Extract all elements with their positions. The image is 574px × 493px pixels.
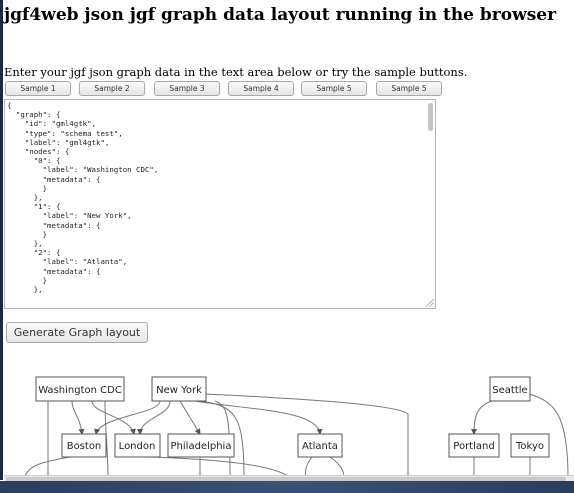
sample-1-button[interactable]: Sample 1 [5,81,71,96]
node-label: Boston [67,441,102,452]
node-label: New York [156,385,202,396]
node-label: Portland [453,441,494,452]
node-washington[interactable]: Washington CDC [35,376,125,402]
node-seattle[interactable]: Seattle [489,376,531,402]
edge-seattle-portland [471,400,493,435]
page-title: jgf4web json jgf graph data layout runni… [4,5,557,25]
sample-5-button[interactable]: Sample 5 [301,81,367,96]
generate-graph-button[interactable]: Generate Graph layout [6,322,148,343]
node-portland[interactable]: Portland [448,433,500,458]
json-text[interactable]: { "graph": { "id": "gml4gtk", "type": "s… [5,100,435,295]
json-textarea[interactable]: { "graph": { "id": "gml4gtk", "type": "s… [4,99,436,309]
textarea-scrollbar[interactable] [427,101,434,297]
node-newyork[interactable]: New York [151,376,207,402]
intro-text: Enter your jgf json graph data in the te… [4,65,468,79]
graph-canvas: Washington CDC New York Seattle Boston L… [23,376,569,478]
edge-newyork-atlanta [194,400,323,435]
node-london[interactable]: London [114,433,161,458]
sample-2-button[interactable]: Sample 2 [79,81,145,96]
node-label: Tokyo [515,441,544,452]
node-atlanta[interactable]: Atlanta [297,433,343,458]
sample-4-button[interactable]: Sample 4 [228,81,294,96]
sample-6-button[interactable]: Sample 5 [376,81,442,96]
node-tokyo[interactable]: Tokyo [510,433,550,458]
textarea-resize-handle[interactable] [426,299,434,307]
node-label: London [119,441,156,452]
edge-newyork-philadelphia [179,400,201,435]
node-label: Philadelphia [171,441,232,452]
node-label: Atlanta [302,441,338,452]
node-boston[interactable]: Boston [61,433,107,458]
taskbar [0,481,574,493]
textarea-scroll-thumb[interactable] [428,103,433,131]
edge-washington-boston [71,400,85,435]
node-philadelphia[interactable]: Philadelphia [167,433,235,458]
node-label: Washington CDC [38,385,122,396]
node-label: Seattle [492,385,527,396]
edge-newyork-london [137,400,171,435]
sample-3-button[interactable]: Sample 3 [154,81,220,96]
